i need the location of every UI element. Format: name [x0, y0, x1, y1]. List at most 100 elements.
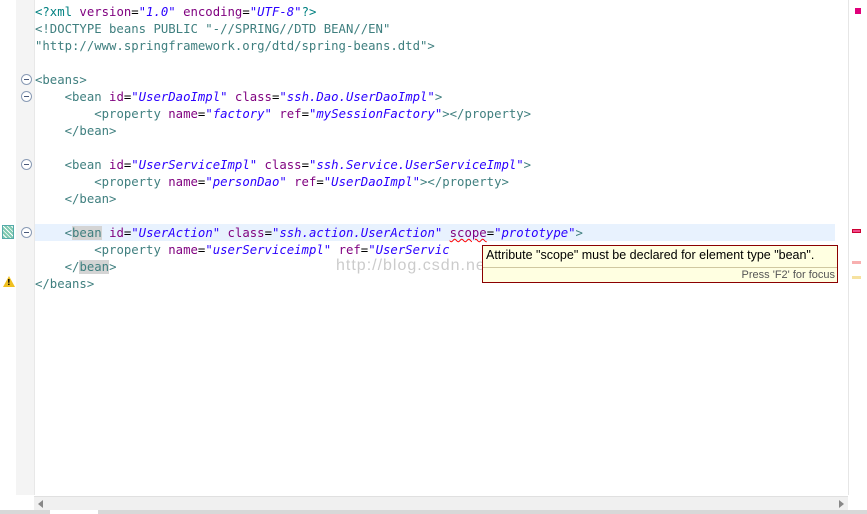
code-token: ref [279, 107, 302, 121]
code-line[interactable]: <property name="factory" ref="mySessionF… [35, 106, 531, 123]
code-line[interactable]: <bean id="UserServiceImpl" class="ssh.Se… [35, 157, 531, 174]
code-token: name [168, 175, 198, 189]
code-token: ?> [301, 5, 317, 19]
code-token: class [227, 226, 265, 240]
code-line[interactable]: </bean> [35, 259, 116, 276]
fold-collapse-icon[interactable] [21, 227, 32, 238]
code-token: "UserServic [368, 243, 450, 257]
warning-triangle-icon[interactable]: ! [3, 276, 15, 287]
fold-collapse-icon[interactable] [21, 74, 32, 85]
code-token: id [109, 226, 124, 240]
code-line[interactable]: <bean id="UserAction" class="ssh.action.… [35, 225, 583, 242]
code-token: <?xml [35, 5, 80, 19]
code-token: "ssh.Service.UserServiceImpl" [308, 158, 524, 172]
code-token: "personDao" [205, 175, 287, 189]
code-token: > [523, 158, 532, 172]
code-token: bean [72, 226, 102, 240]
code-token: "UserServiceImpl" [131, 158, 258, 172]
scroll-left-icon[interactable] [38, 500, 43, 508]
code-token: "http://www.springframework.org/dtd/spri… [35, 39, 435, 53]
error-tooltip[interactable]: Attribute "scope" must be declared for e… [482, 245, 838, 283]
code-line[interactable]: <!DOCTYPE beans PUBLIC "-//SPRING//DTD B… [35, 21, 390, 38]
editor-tab[interactable] [50, 510, 98, 514]
code-token: "prototype" [494, 226, 576, 240]
annotation-ruler[interactable] [0, 0, 16, 495]
watermark: http://blog.csdn.net/ [336, 257, 497, 274]
code-token: > [109, 260, 117, 274]
code-token: <property [94, 107, 169, 121]
code-token: "UserDaoImpl" [131, 90, 228, 104]
code-token: id [109, 158, 124, 172]
code-token: bean [79, 260, 110, 274]
tooltip-hint: Press 'F2' for focus [741, 269, 835, 281]
code-line[interactable]: "http://www.springframework.org/dtd/spri… [35, 38, 435, 55]
overview-error-marker[interactable] [852, 261, 861, 264]
code-token: "UserAction" [131, 226, 221, 240]
code-token: version [79, 5, 132, 19]
code-token: ></property> [442, 107, 532, 121]
code-token: = [316, 175, 324, 189]
code-token: "UTF-8" [249, 5, 302, 19]
code-token: encoding [183, 5, 243, 19]
fold-collapse-icon[interactable] [21, 91, 32, 102]
code-token: "ssh.action.UserAction" [271, 226, 443, 240]
code-token: = [486, 226, 495, 240]
code-token: class [234, 90, 272, 104]
code-token: <bean [64, 90, 110, 104]
code-token: class [264, 158, 302, 172]
code-token: = [131, 5, 139, 19]
overview-error-summary-icon[interactable] [855, 8, 861, 14]
code-token: = [242, 5, 250, 19]
code-line[interactable]: <bean id="UserDaoImpl" class="ssh.Dao.Us… [35, 89, 443, 106]
code-line[interactable]: </bean> [35, 191, 117, 208]
overview-ruler[interactable] [848, 0, 867, 495]
overview-warning-marker[interactable] [852, 276, 861, 279]
editor-tab-strip [0, 510, 867, 514]
code-token: "userServiceimpl" [205, 243, 332, 257]
code-token: < [64, 226, 73, 240]
code-line[interactable]: <property name="personDao" ref="UserDaoI… [35, 174, 509, 191]
error-annotation-icon[interactable] [2, 225, 14, 239]
code-token: </bean> [64, 124, 117, 138]
code-token: id [109, 90, 124, 104]
code-token: ref [338, 243, 361, 257]
code-token: <property [94, 243, 169, 257]
code-token: = [301, 107, 309, 121]
code-line[interactable]: <?xml version="1.0" encoding="UTF-8"?> [35, 4, 316, 21]
code-line[interactable]: </beans> [35, 276, 94, 293]
code-token: </beans> [35, 277, 95, 291]
horizontal-scrollbar[interactable] [34, 496, 848, 511]
code-token: </ [64, 260, 80, 274]
overview-error-marker[interactable] [852, 229, 861, 233]
code-token: = [301, 158, 309, 172]
xml-editor[interactable]: ! <?xml version="1.0" encoding="UTF-8"?>… [0, 0, 867, 514]
code-token: = [264, 226, 272, 240]
code-token: "factory" [205, 107, 272, 121]
code-token: "UserDaoImpl" [323, 175, 421, 189]
fold-collapse-icon[interactable] [21, 159, 32, 170]
code-token: <beans> [35, 73, 87, 87]
code-token: name [168, 107, 198, 121]
code-token: > [434, 90, 443, 104]
scroll-right-icon[interactable] [839, 500, 844, 508]
code-token: > [575, 226, 583, 240]
code-line[interactable]: <beans> [35, 72, 87, 89]
code-token: <!DOCTYPE beans PUBLIC "-//SPRING//DTD B… [35, 22, 391, 36]
tooltip-divider [483, 267, 837, 268]
code-token: scope [449, 226, 487, 240]
code-line[interactable]: </bean> [35, 123, 117, 140]
code-token: <bean [64, 158, 110, 172]
